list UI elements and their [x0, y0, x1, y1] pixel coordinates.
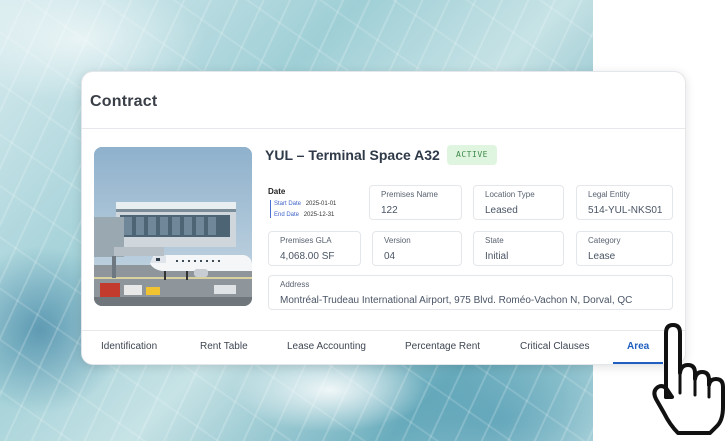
premises-gla-value: 4,068.00 SF	[280, 251, 335, 262]
date-range-line	[270, 200, 271, 218]
premises-gla-label: Premises GLA	[280, 236, 332, 245]
version-value: 04	[384, 251, 396, 262]
end-date-label: End Date	[274, 212, 300, 218]
tab-percentage-rent[interactable]: Percentage Rent	[405, 341, 480, 352]
card-title: Contract	[90, 93, 158, 110]
category-label: Category	[588, 236, 621, 245]
start-date-row: Start Date 2025-01-01	[274, 201, 336, 207]
legal-entity-field[interactable]: Legal Entity 514-YUL-NKS01	[576, 185, 673, 220]
legal-entity-label: Legal Entity	[588, 190, 630, 199]
contract-name: YUL – Terminal Space A32	[265, 147, 440, 163]
location-type-value: Leased	[485, 205, 518, 216]
state-label: State	[485, 236, 504, 245]
location-type-field[interactable]: Location Type Leased	[473, 185, 564, 220]
start-date-value: 2025-01-01	[305, 201, 337, 207]
end-date-value: 2025-12-31	[303, 212, 335, 218]
location-type-label: Location Type	[485, 190, 535, 199]
premises-name-value: 122	[381, 205, 398, 216]
end-date-row: End Date 2025-12-31	[274, 212, 334, 218]
divider	[82, 128, 685, 129]
tab-lease-accounting[interactable]: Lease Accounting	[287, 341, 366, 352]
tab-rent-table[interactable]: Rent Table	[200, 341, 248, 352]
property-photo	[94, 147, 252, 306]
status-badge: ACTIVE	[447, 145, 497, 165]
address-value: Montréal-Trudeau International Airport, …	[280, 295, 633, 306]
pointing-hand-icon	[652, 323, 725, 435]
tab-area[interactable]: Area	[627, 341, 649, 352]
premises-gla-field[interactable]: Premises GLA 4,068.00 SF	[268, 231, 361, 266]
version-label: Version	[384, 236, 411, 245]
date-title: Date	[268, 187, 286, 196]
category-value: Lease	[588, 251, 616, 262]
tab-critical-clauses[interactable]: Critical Clauses	[520, 341, 589, 352]
state-field[interactable]: State Initial	[473, 231, 564, 266]
legal-entity-value: 514-YUL-NKS01	[588, 205, 663, 216]
tab-bar: Identification Rent Table Lease Accounti…	[82, 330, 685, 364]
version-field[interactable]: Version 04	[372, 231, 462, 266]
contract-card: Contract YUL – Terminal Space A32 ACTIVE…	[81, 71, 686, 365]
address-label: Address	[280, 280, 310, 289]
premises-name-label: Premises Name	[381, 190, 438, 199]
address-field[interactable]: Address Montréal-Trudeau International A…	[268, 275, 673, 310]
date-block: Date Start Date 2025-01-01 End Date 2025…	[268, 187, 358, 218]
premises-name-field[interactable]: Premises Name 122	[369, 185, 462, 220]
category-field[interactable]: Category Lease	[576, 231, 673, 266]
state-value: Initial	[485, 251, 509, 262]
tab-identification[interactable]: Identification	[101, 341, 157, 352]
start-date-label: Start Date	[274, 201, 302, 207]
